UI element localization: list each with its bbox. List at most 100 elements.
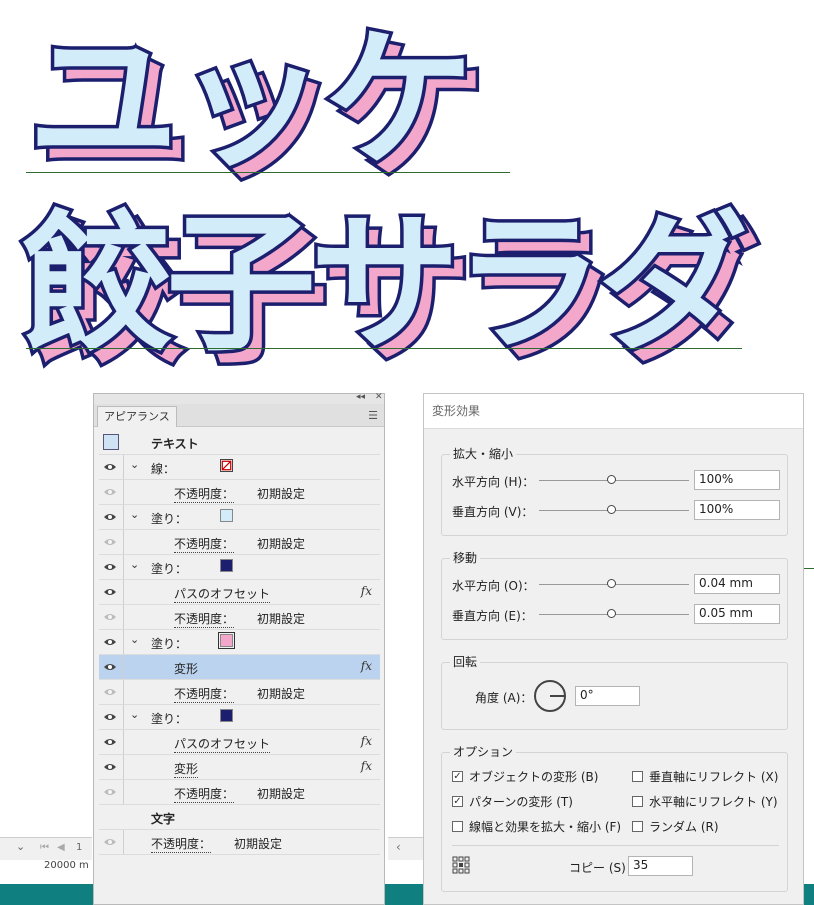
transform-patterns-checkbox[interactable]: ✓: [452, 796, 463, 807]
appearance-row-fill[interactable]: ⌄ 塗り：: [99, 705, 380, 730]
eye-icon[interactable]: [103, 686, 117, 698]
slider-handle[interactable]: [607, 475, 616, 484]
effect-link-offset-path[interactable]: パスのオフセット: [174, 585, 271, 603]
appearance-row-effect[interactable]: パスのオフセット fx: [99, 580, 380, 605]
fill-swatch-icon[interactable]: [218, 632, 235, 649]
collapse-icon[interactable]: ◂◂: [356, 392, 365, 402]
chevron-down-icon[interactable]: ⌄: [130, 708, 139, 721]
eye-icon[interactable]: [103, 586, 117, 598]
slider-handle[interactable]: [607, 579, 616, 588]
eye-icon[interactable]: [103, 611, 117, 623]
fx-icon[interactable]: fx: [361, 734, 372, 748]
artboard-canvas[interactable]: ユッケ ユッケ 餃子サラダ 餃子サラダ: [0, 0, 814, 395]
appearance-row-effect-selected[interactable]: 変形 fx: [99, 655, 380, 680]
fill-swatch-icon[interactable]: [220, 509, 233, 522]
move-horizontal-field[interactable]: 0.04 mm: [694, 574, 780, 594]
opacity-link[interactable]: 不透明度：: [174, 535, 235, 553]
eye-icon[interactable]: [103, 786, 117, 798]
row-label: テキスト: [151, 437, 199, 451]
eye-icon[interactable]: [103, 661, 117, 673]
eye-icon[interactable]: [103, 761, 117, 773]
chevron-down-icon[interactable]: ⌄: [16, 840, 25, 853]
transform-patterns-label[interactable]: パターンの変形 (T): [469, 793, 573, 810]
effect-link-transform[interactable]: 変形: [174, 760, 199, 778]
fx-icon[interactable]: fx: [361, 659, 372, 673]
fill-swatch-icon[interactable]: [220, 709, 233, 722]
appearance-row-opacity[interactable]: 不透明度： 初期設定: [99, 605, 380, 630]
title-line2[interactable]: 餃子サラダ: [18, 197, 751, 374]
reflect-y-label[interactable]: 水平軸にリフレクト (Y): [649, 793, 778, 810]
appearance-row-fill[interactable]: ⌄ 塗り：: [99, 555, 380, 580]
appearance-row-opacity[interactable]: 不透明度： 初期設定: [99, 680, 380, 705]
options-group: オプション ✓ オブジェクトの変形 (B) ✓ パターンの変形 (T) 線幅と効…: [441, 743, 788, 892]
random-label[interactable]: ランダム (R): [649, 818, 719, 835]
reference-point-icon[interactable]: [452, 856, 470, 874]
reflect-x-checkbox[interactable]: [632, 771, 643, 782]
page-number[interactable]: 1: [76, 842, 82, 853]
eye-icon[interactable]: [103, 836, 117, 848]
fx-icon[interactable]: fx: [361, 584, 372, 598]
text-thumbnail-icon: [103, 434, 119, 450]
eye-icon[interactable]: [103, 511, 117, 523]
eye-icon[interactable]: [103, 711, 117, 723]
scale-horizontal-field[interactable]: 100%: [694, 470, 780, 490]
tab-appearance[interactable]: アピアランス: [97, 406, 177, 427]
slider-handle[interactable]: [607, 609, 616, 618]
appearance-row-characters[interactable]: 文字: [99, 805, 380, 830]
angle-dial-icon[interactable]: [533, 679, 567, 713]
appearance-row-opacity[interactable]: 不透明度： 初期設定: [99, 780, 380, 805]
eye-icon[interactable]: [103, 461, 117, 473]
chevron-down-icon[interactable]: ⌄: [130, 508, 139, 521]
angle-field[interactable]: 0°: [575, 686, 640, 706]
eye-icon[interactable]: [103, 486, 117, 498]
opacity-link[interactable]: 不透明度：: [174, 610, 235, 628]
random-checkbox[interactable]: [632, 821, 643, 832]
scale-vertical-field[interactable]: 100%: [694, 500, 780, 520]
chevron-down-icon[interactable]: ⌄: [130, 558, 139, 571]
appearance-row-fill[interactable]: ⌄ 塗り：: [99, 505, 380, 530]
transform-objects-label[interactable]: オブジェクトの変形 (B): [469, 768, 598, 785]
appearance-row-opacity[interactable]: 不透明度： 初期設定: [99, 830, 380, 855]
transform-effect-dialog: 変形効果 拡大・縮小 水平方向 (H)： 100% 垂直方向 (V)： 100%…: [423, 393, 804, 905]
first-page-icon[interactable]: ⏮: [40, 842, 49, 853]
appearance-row-opacity[interactable]: 不透明度： 初期設定: [99, 480, 380, 505]
appearance-row-text[interactable]: テキスト: [99, 430, 380, 455]
panel-menu-icon[interactable]: ☰: [368, 409, 378, 422]
transform-objects-checkbox[interactable]: ✓: [452, 771, 463, 782]
reflect-x-label[interactable]: 垂直軸にリフレクト (X): [649, 768, 778, 785]
appearance-row-effect[interactable]: 変形 fx: [99, 755, 380, 780]
opacity-link[interactable]: 不透明度：: [174, 685, 235, 703]
dialog-titlebar[interactable]: 変形効果: [424, 394, 803, 429]
fill-swatch-icon[interactable]: [220, 559, 233, 572]
chevron-down-icon[interactable]: ⌄: [130, 458, 139, 471]
stroke-swatch-icon[interactable]: [220, 459, 233, 472]
copies-field[interactable]: 35: [628, 856, 693, 876]
close-icon[interactable]: ✕: [375, 392, 383, 402]
appearance-row-effect[interactable]: パスのオフセット fx: [99, 730, 380, 755]
appearance-row-fill[interactable]: ⌄ 塗り：: [99, 630, 380, 655]
opacity-link[interactable]: 不透明度：: [174, 485, 235, 503]
fx-icon[interactable]: fx: [361, 759, 372, 773]
effect-link-transform[interactable]: 変形: [174, 660, 198, 677]
title-line1[interactable]: ユッケ: [24, 13, 477, 190]
panel-titlebar[interactable]: ◂◂ ✕: [94, 392, 384, 404]
eye-icon[interactable]: [103, 636, 117, 648]
chevron-down-icon[interactable]: ⌄: [130, 633, 139, 646]
appearance-row-stroke[interactable]: ⌄ 線：: [99, 455, 380, 480]
zoom-readout: 20000 m: [44, 860, 89, 871]
prev-page-icon[interactable]: ◀: [57, 842, 65, 853]
slider-handle[interactable]: [607, 505, 616, 514]
reflect-y-checkbox[interactable]: [632, 796, 643, 807]
angle-label: 角度 (A)：: [475, 691, 533, 705]
eye-icon[interactable]: [103, 561, 117, 573]
opacity-link[interactable]: 不透明度：: [174, 785, 235, 803]
scale-strokes-checkbox[interactable]: [452, 821, 463, 832]
move-vertical-field[interactable]: 0.05 mm: [694, 604, 780, 624]
scroll-left-icon[interactable]: ‹: [396, 840, 401, 854]
effect-link-offset-path[interactable]: パスのオフセット: [174, 735, 271, 753]
scale-strokes-label[interactable]: 線幅と効果を拡大・縮小 (F): [469, 818, 621, 835]
opacity-link[interactable]: 不透明度：: [151, 835, 212, 853]
appearance-row-opacity[interactable]: 不透明度： 初期設定: [99, 530, 380, 555]
eye-icon[interactable]: [103, 736, 117, 748]
eye-icon[interactable]: [103, 536, 117, 548]
